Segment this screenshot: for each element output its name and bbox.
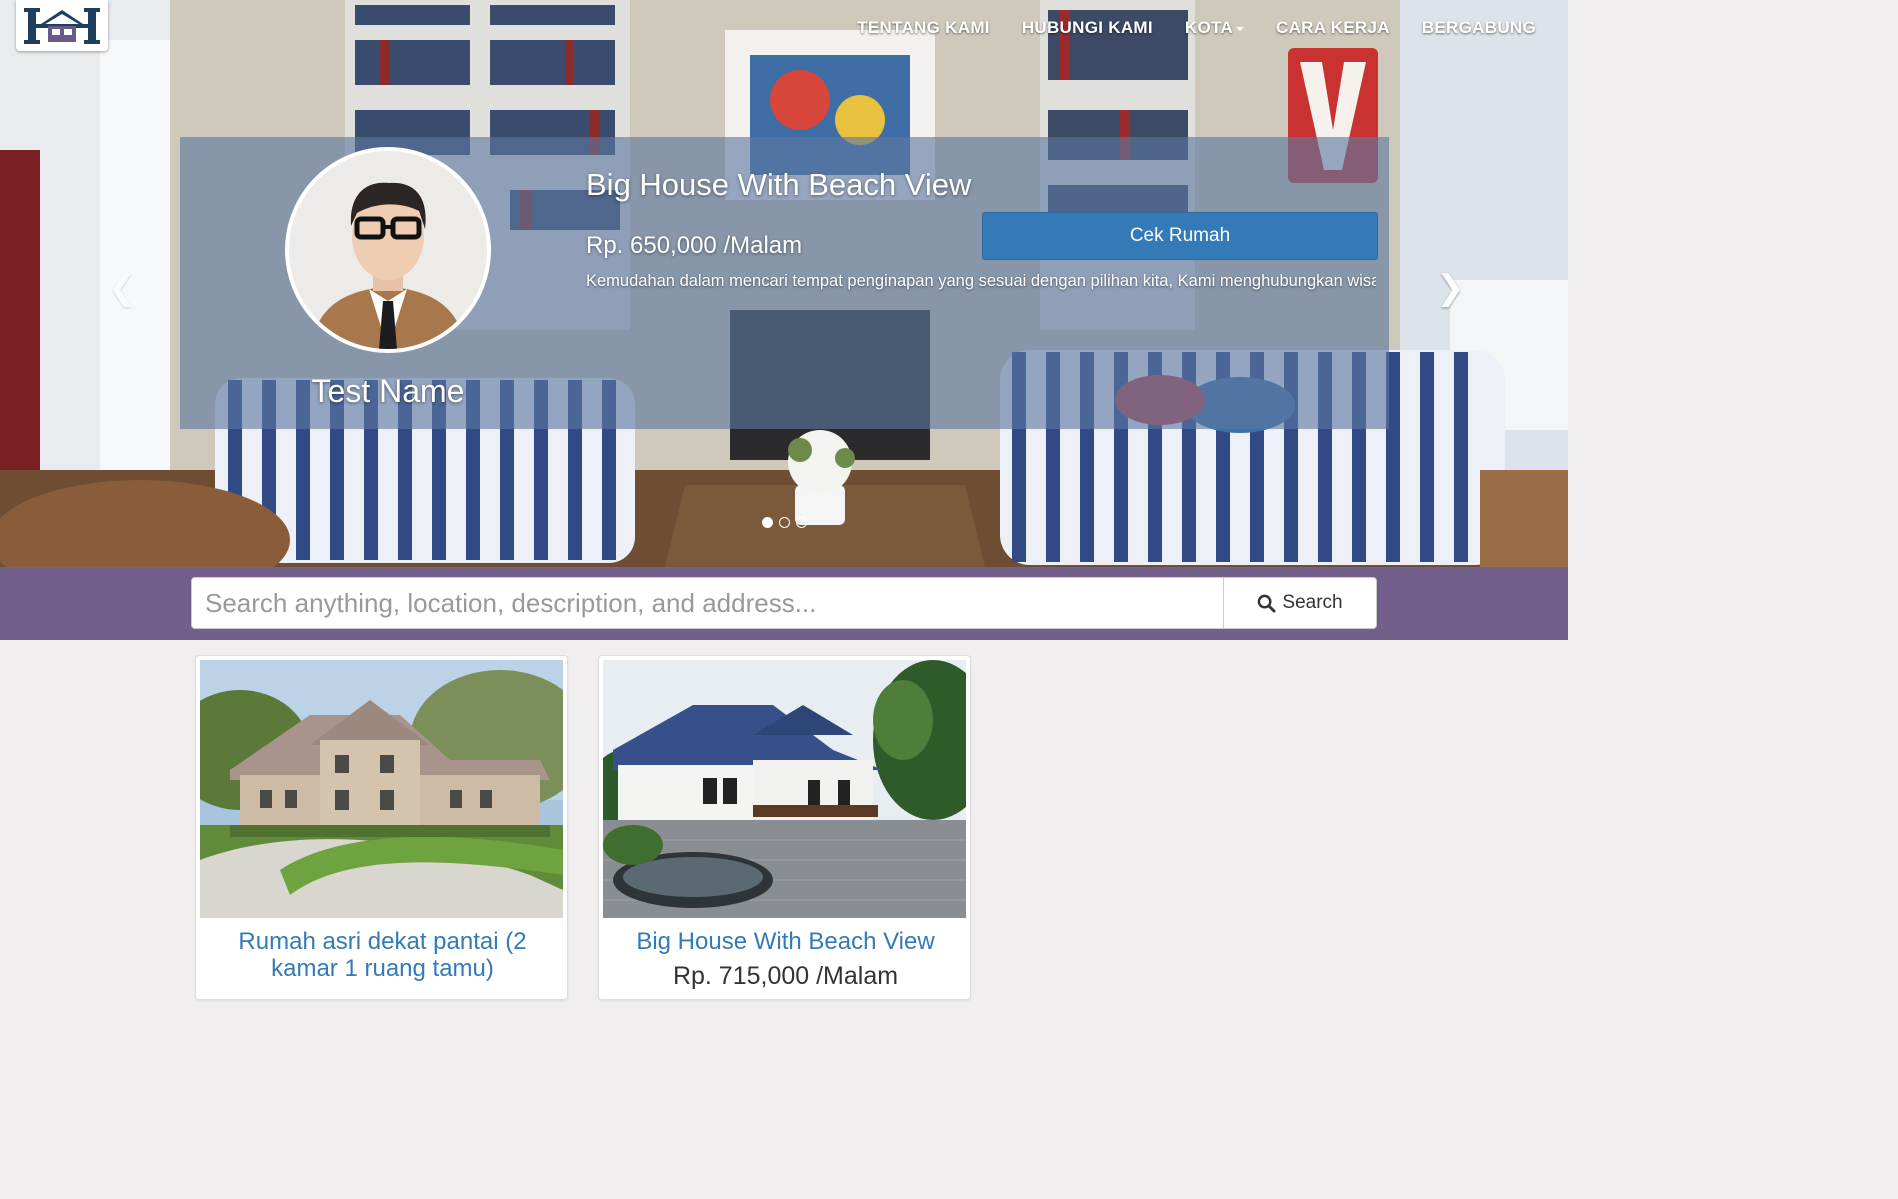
search-icon: [1258, 594, 1276, 613]
search-button-label: Search: [1282, 592, 1343, 613]
site-logo[interactable]: [16, 0, 108, 51]
house-photo: [603, 660, 966, 918]
search-bar: Search: [0, 567, 1568, 640]
house-logo-icon: [24, 7, 100, 44]
agent-name: Test Name: [311, 373, 465, 409]
listing-title[interactable]: Big House With Beach View: [609, 928, 962, 955]
house-photo: [200, 660, 563, 918]
nav-tentang-kami[interactable]: TENTANG KAMI: [841, 14, 1006, 42]
listing-card[interactable]: Rumah asri dekat pantai (2 kamar 1 ruang…: [195, 655, 568, 1000]
nav-hubungi-kami[interactable]: HUBUNGI KAMI: [1006, 14, 1169, 42]
carousel-caption: Test Name Big House With Beach View Rp. …: [180, 137, 1389, 429]
person-photo: [289, 151, 487, 349]
listing-price: Rp. 715,000 /Malam: [672, 962, 899, 990]
slide-description: Kemudahan dalam mencari tempat penginapa…: [586, 272, 1376, 290]
chevron-left-icon[interactable]: ❮: [108, 268, 137, 308]
caret-down-icon: [1236, 26, 1245, 31]
listing-photo[interactable]: [200, 660, 563, 918]
cek-rumah-button[interactable]: Cek Rumah: [982, 212, 1378, 260]
slide-price: Rp. 650,000 /Malam: [586, 232, 803, 259]
search-button[interactable]: Search: [1223, 577, 1377, 629]
nav-kota-dropdown[interactable]: KOTA: [1169, 14, 1260, 42]
carousel-indicator-3[interactable]: [796, 517, 807, 528]
nav-bergabung[interactable]: BERGABUNG: [1406, 14, 1552, 42]
carousel-indicators: [762, 517, 807, 528]
search-input[interactable]: [191, 577, 1224, 629]
agent-avatar: [285, 147, 491, 353]
listing-photo[interactable]: [603, 660, 966, 918]
chevron-right-icon[interactable]: ❯: [1436, 268, 1465, 308]
slide-title: Big House With Beach View: [586, 167, 972, 202]
listing-title[interactable]: Rumah asri dekat pantai (2 kamar 1 ruang…: [206, 928, 559, 982]
carousel-indicator-1[interactable]: [762, 517, 773, 528]
hero-carousel: TENTANG KAMI HUBUNGI KAMI KOTA CARA KERJ…: [0, 0, 1568, 567]
carousel-indicator-2[interactable]: [779, 517, 790, 528]
nav-kota-label: KOTA: [1184, 18, 1234, 37]
main-nav: TENTANG KAMI HUBUNGI KAMI KOTA CARA KERJ…: [841, 14, 1552, 42]
listing-card[interactable]: Big House With Beach View Rp. 715,000 /M…: [598, 655, 971, 1000]
nav-cara-kerja[interactable]: CARA KERJA: [1260, 14, 1406, 42]
